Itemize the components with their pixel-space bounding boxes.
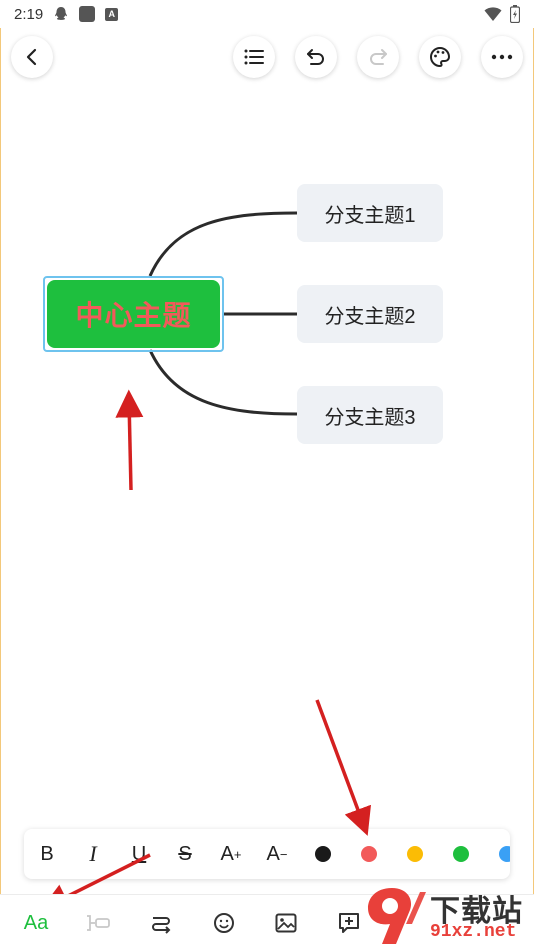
plus-icon: + [233,846,242,862]
central-topic-node[interactable]: 中心主题 [43,276,224,352]
insert-image-button[interactable] [266,905,306,941]
add-child-topic-button[interactable] [78,905,118,941]
connector-lines [148,211,298,416]
image-icon [275,913,297,933]
color-swatch-black[interactable] [315,846,331,862]
connector-3 [148,349,298,416]
italic-button[interactable]: I [73,829,113,879]
font-size-decrease-button[interactable]: A − [257,829,297,879]
underline-button[interactable]: U [119,829,159,879]
font-size-increase-button[interactable]: A + [211,829,251,879]
watermark-url: 91xz.net [430,922,517,942]
color-swatch-red[interactable] [361,846,377,862]
branch-topic-1[interactable]: 分支主题1 [297,184,443,242]
format-toolbar: B I U S A + A − [24,829,510,879]
relationship-icon [152,917,171,934]
watermark: 下载站 91xz.net [362,884,534,950]
watermark-logo [368,888,426,944]
central-topic-label: 中心主题 [47,280,220,348]
color-swatch-yellow[interactable] [407,846,423,862]
color-swatch-green[interactable] [453,846,469,862]
bold-button[interactable]: B [27,829,67,879]
minus-icon: − [279,846,288,862]
smiley-icon [214,913,234,933]
branch-topic-2[interactable]: 分支主题2 [297,285,443,343]
font-size-increase-label: A [220,842,234,865]
comment-add-icon [339,913,359,933]
child-topic-icon [87,915,110,931]
relationship-button[interactable] [141,905,181,941]
text-style-button[interactable]: Aa [16,905,56,941]
color-swatch-blue[interactable] [499,846,510,862]
branch-topic-3[interactable]: 分支主题3 [297,386,443,444]
strikethrough-button[interactable]: S [165,829,205,879]
connector-1 [148,211,298,277]
emoji-button[interactable] [204,905,244,941]
font-size-decrease-label: A [266,842,280,865]
